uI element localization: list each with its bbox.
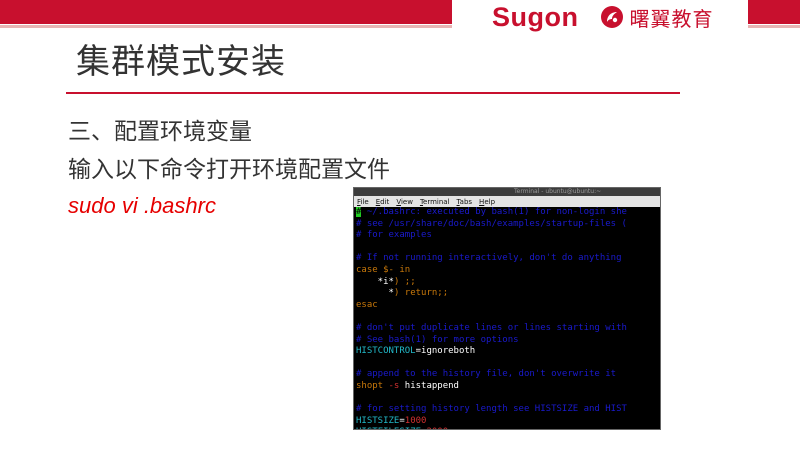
terminal-menu-edit[interactable]: Edit — [376, 198, 390, 206]
terminal-menu-view[interactable]: View — [396, 198, 413, 206]
brand-emblem-icon — [601, 6, 624, 28]
page-title: 集群模式安装 — [76, 42, 286, 82]
terminal-line: case $- in — [356, 265, 660, 277]
terminal-line: esac — [356, 300, 660, 312]
terminal-menubar: File Edit View Terminal Tabs Help — [354, 196, 660, 207]
terminal-line: *i*) ;; — [356, 277, 660, 289]
terminal-line: # ~/.bashrc: executed by bash(1) for non… — [356, 207, 660, 219]
brand-logo-text: Sugon — [492, 1, 579, 32]
terminal-text-segment: shopt — [356, 380, 384, 391]
terminal-menu-tabs[interactable]: Tabs — [457, 198, 473, 206]
terminal-text-segment: # append to the history file, don't over… — [356, 369, 617, 380]
terminal-text-segment: 1000 — [404, 415, 427, 426]
terminal-line: shopt -s histappend — [356, 381, 660, 393]
terminal-text-segment: HISTCONTROL — [356, 346, 416, 357]
terminal-text-segment: =ignoreboth — [415, 346, 476, 357]
header-accent-bar-left — [0, 0, 452, 28]
command-text: sudo vi .bashrc — [68, 193, 216, 218]
terminal-screenshot: Terminal - ubuntu@ubuntu:~ File Edit Vie… — [353, 187, 661, 430]
terminal-text-segment: -s — [383, 380, 400, 391]
terminal-text-segment: # See bash(1) for more options — [356, 334, 519, 345]
terminal-text-segment: # for examples — [356, 230, 432, 241]
terminal-line: HISTSIZE=1000 — [356, 416, 660, 428]
terminal-text-segment: ~/.bashrc: executed by bash(1) for non-l… — [361, 207, 627, 217]
terminal-line: # If not running interactively, don't do… — [356, 253, 660, 265]
terminal-line: HISTFILESIZE=2000 — [356, 427, 660, 429]
section-heading: 三、配置环境变量 — [68, 119, 252, 145]
terminal-line: # see /usr/share/doc/bash/examples/start… — [356, 219, 660, 231]
terminal-text-segment: # don't put duplicate lines or lines sta… — [356, 322, 627, 333]
terminal-line: # See bash(1) for more options — [356, 335, 660, 347]
terminal-menu-terminal[interactable]: Terminal — [420, 198, 450, 206]
terminal-text-segment: # If not running interactively, don't do… — [356, 253, 622, 264]
terminal-text-segment: * — [356, 288, 394, 299]
terminal-text-segment: HISTSIZE — [356, 415, 400, 426]
terminal-line: # don't put duplicate lines or lines sta… — [356, 323, 660, 335]
terminal-text-segment: histappend — [399, 380, 459, 391]
terminal-text-segment: ) return;; — [393, 288, 449, 299]
terminal-text-segment: # for setting history length see HISTSIZ… — [356, 404, 627, 415]
terminal-text-segment: ) ;; — [393, 276, 416, 287]
terminal-text-segment: 2000 — [426, 427, 448, 429]
terminal-line: # for setting history length see HISTSIZ… — [356, 404, 660, 416]
terminal-text-area[interactable]: # ~/.bashrc: executed by bash(1) for non… — [354, 207, 660, 429]
terminal-menu-file[interactable]: File — [357, 198, 369, 206]
terminal-text-segment: HISTFILESIZE — [356, 427, 421, 429]
terminal-menu-help[interactable]: Help — [479, 198, 495, 206]
terminal-line: HISTCONTROL=ignoreboth — [356, 346, 660, 358]
terminal-line: # for examples — [356, 230, 660, 242]
terminal-titlebar: Terminal - ubuntu@ubuntu:~ — [354, 188, 660, 196]
instruction-text: 输入以下命令打开环境配置文件 — [68, 157, 390, 183]
terminal-text-segment: *i* — [356, 276, 394, 287]
terminal-text-segment: case $- in — [356, 264, 411, 275]
brand-header: Sugon 曙翼教育 — [452, 0, 748, 34]
terminal-text-segment: # see /usr/share/doc/bash/examples/start… — [356, 218, 627, 229]
terminal-line: *) return;; — [356, 288, 660, 300]
title-divider — [66, 92, 680, 94]
header-accent-bar-right — [748, 0, 800, 28]
brand-chinese-name: 曙翼教育 — [629, 6, 714, 31]
terminal-text-segment: esac — [356, 299, 378, 310]
terminal-line: # append to the history file, don't over… — [356, 369, 660, 381]
